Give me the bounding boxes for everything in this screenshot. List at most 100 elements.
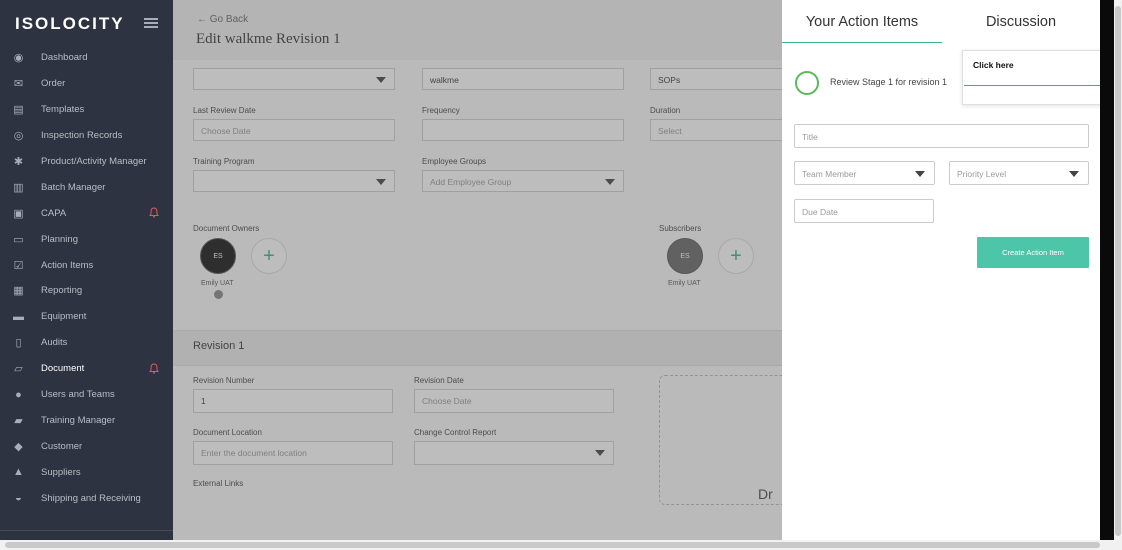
menu-toggle-icon[interactable] — [144, 18, 158, 28]
horizontal-scrollbar-thumb[interactable] — [5, 542, 1100, 548]
go-back-link[interactable]: ← Go Back — [197, 14, 248, 25]
chevron-down-icon — [376, 77, 386, 83]
add-subscriber-button[interactable]: + — [718, 238, 754, 274]
training-program-label: Training Program — [193, 157, 255, 166]
vertical-scrollbar[interactable] — [1114, 0, 1122, 550]
tooltip-divider — [964, 85, 1113, 86]
sidebar-item-audits[interactable]: ▯ Audits — [0, 330, 173, 356]
priority-level-select[interactable]: Priority Level — [949, 161, 1089, 185]
remove-owner-icon[interactable] — [214, 290, 223, 299]
chevron-down-icon — [1069, 171, 1079, 177]
book-icon: ▰ — [14, 414, 23, 427]
sidebar-item-action-items[interactable]: ☑ Action Items — [0, 252, 173, 278]
employee-groups-select[interactable]: Add Employee Group — [422, 170, 624, 192]
change-control-select[interactable] — [414, 441, 614, 465]
type-select[interactable]: SOPs — [650, 68, 782, 90]
drop-zone-text: Dr — [758, 486, 773, 502]
report-icon: ▦ — [13, 285, 24, 298]
target-icon: ◎ — [13, 130, 24, 143]
tab-your-action-items[interactable]: Your Action Items — [782, 0, 942, 43]
duration-label: Duration — [650, 106, 681, 115]
sidebar-item-batch-manager[interactable]: ▥ Batch Manager — [0, 174, 173, 200]
revision-number-input[interactable]: 1 — [193, 389, 393, 413]
document-location-label: Document Location — [193, 428, 262, 437]
tooltip-text: Click here — [973, 60, 1014, 70]
sidebar-item-order[interactable]: ✉ Order — [0, 71, 173, 97]
sidebar-item-product-activity-manager[interactable]: ✱ Product/Activity Manager — [0, 149, 173, 175]
name-input[interactable]: walkme — [422, 68, 624, 90]
page-title: Edit walkme Revision 1 — [196, 31, 341, 47]
frequency-input[interactable] — [422, 119, 624, 141]
document-owners-label: Document Owners — [193, 224, 260, 233]
sidebar-item-dashboard[interactable]: ◉ Dashboard — [0, 45, 173, 71]
sidebar-item-label: Planning — [41, 233, 78, 245]
category-select[interactable] — [193, 68, 395, 90]
sidebar-item-equipment[interactable]: ▬ Equipment — [0, 304, 173, 330]
sidebar-item-label: Audits — [41, 337, 68, 349]
sidebar-item-inspection-records[interactable]: ◎ Inspection Records — [0, 123, 173, 149]
sidebar-item-label: Training Manager — [41, 414, 116, 426]
app-window: ISOLOCITY ◉ Dashboard ✉ Order ▤ Templates ◎ Ins… — [0, 0, 1122, 550]
last-review-date-input[interactable]: Choose Date — [193, 119, 395, 141]
revision-date-input[interactable]: Choose Date — [414, 389, 614, 413]
tag-icon: ◆ — [14, 440, 23, 453]
briefcase-icon: ▣ — [13, 207, 24, 220]
folder-icon: ▱ — [14, 363, 23, 376]
owner-name: Emily UAT — [201, 280, 234, 287]
revision-title: Revision 1 — [193, 340, 245, 352]
training-program-select[interactable] — [193, 170, 395, 192]
sidebar-item-reporting[interactable]: ▦ Reporting — [0, 278, 173, 304]
sidebar-item-document[interactable]: ▱ Document — [0, 356, 173, 382]
sidebar-nav: ◉ Dashboard ✉ Order ▤ Templates ◎ Inspection Re… — [0, 45, 173, 511]
title-input[interactable]: Title — [794, 124, 1089, 148]
bell-icon[interactable] — [149, 363, 159, 374]
team-member-select[interactable]: Team Member — [794, 161, 935, 185]
bell-icon[interactable] — [149, 207, 159, 219]
brand-logo: ISOLOCITY — [15, 14, 125, 33]
sidebar-item-label: Shipping and Receiving — [41, 492, 141, 504]
horizontal-scrollbar[interactable] — [0, 540, 1114, 550]
subscriber-name: Emily UAT — [668, 280, 701, 287]
sidebar-item-customer[interactable]: ◆ Customer — [0, 433, 173, 459]
sidebar-item-label: Inspection Records — [41, 130, 123, 142]
subscriber-avatar: ES — [667, 238, 703, 274]
sidebar-item-users-and-teams[interactable]: ● Users and Teams — [0, 382, 173, 408]
review-item-text: Review Stage 1 for revision 1 — [830, 77, 948, 87]
sidebar-item-training-manager[interactable]: ▰ Training Manager — [0, 407, 173, 433]
duration-select[interactable]: Select — [650, 119, 782, 141]
truck-icon: ▬ — [13, 310, 24, 323]
sidebar-item-label: Templates — [41, 104, 85, 116]
employee-groups-label: Employee Groups — [422, 157, 487, 166]
sidebar-item-label: Users and Teams — [41, 389, 115, 401]
vertical-scrollbar-thumb[interactable] — [1115, 6, 1121, 536]
create-action-item-button[interactable]: Create Action Item — [977, 237, 1089, 268]
template-icon: ▤ — [13, 104, 24, 117]
employee-groups-placeholder: Add Employee Group — [430, 177, 512, 187]
due-date-input[interactable]: Due Date — [794, 199, 934, 223]
sidebar-item-capa[interactable]: ▣ CAPA — [0, 200, 173, 226]
sidebar-item-planning[interactable]: ▭ Planning — [0, 226, 173, 252]
sidebar-item-label: Reporting — [41, 285, 83, 297]
chevron-down-icon — [376, 179, 386, 185]
sidebar-item-label: Dashboard — [41, 52, 88, 64]
envelope-icon: ✉ — [13, 78, 24, 91]
walkme-tooltip[interactable]: Click here — [962, 50, 1113, 105]
owner-avatar: ES — [200, 238, 236, 274]
sidebar-item-label: CAPA — [41, 207, 67, 219]
tab-discussion[interactable]: Discussion — [942, 0, 1100, 43]
sidebar-item-label: Suppliers — [41, 466, 81, 478]
document-location-input[interactable]: Enter the document location — [193, 441, 393, 465]
chevron-down-icon — [605, 179, 615, 185]
external-links-label: External Links — [193, 479, 244, 488]
add-owner-button[interactable]: + — [251, 238, 287, 274]
window-edge — [1100, 0, 1114, 540]
complete-circle-icon[interactable] — [795, 71, 819, 95]
sidebar-item-suppliers[interactable]: ▲ Suppliers — [0, 459, 173, 485]
sidebar-item-templates[interactable]: ▤ Templates — [0, 97, 173, 123]
inbox-icon: ◒ — [15, 492, 22, 505]
sidebar-item-shipping-and-receiving[interactable]: ◒ Shipping and Receiving — [0, 485, 173, 511]
page-header — [173, 0, 782, 60]
sidebar: ISOLOCITY ◉ Dashboard ✉ Order ▤ Templates ◎ Ins… — [0, 0, 173, 540]
sidebar-item-label: Equipment — [41, 311, 87, 323]
dashboard-icon: ◉ — [13, 52, 24, 65]
